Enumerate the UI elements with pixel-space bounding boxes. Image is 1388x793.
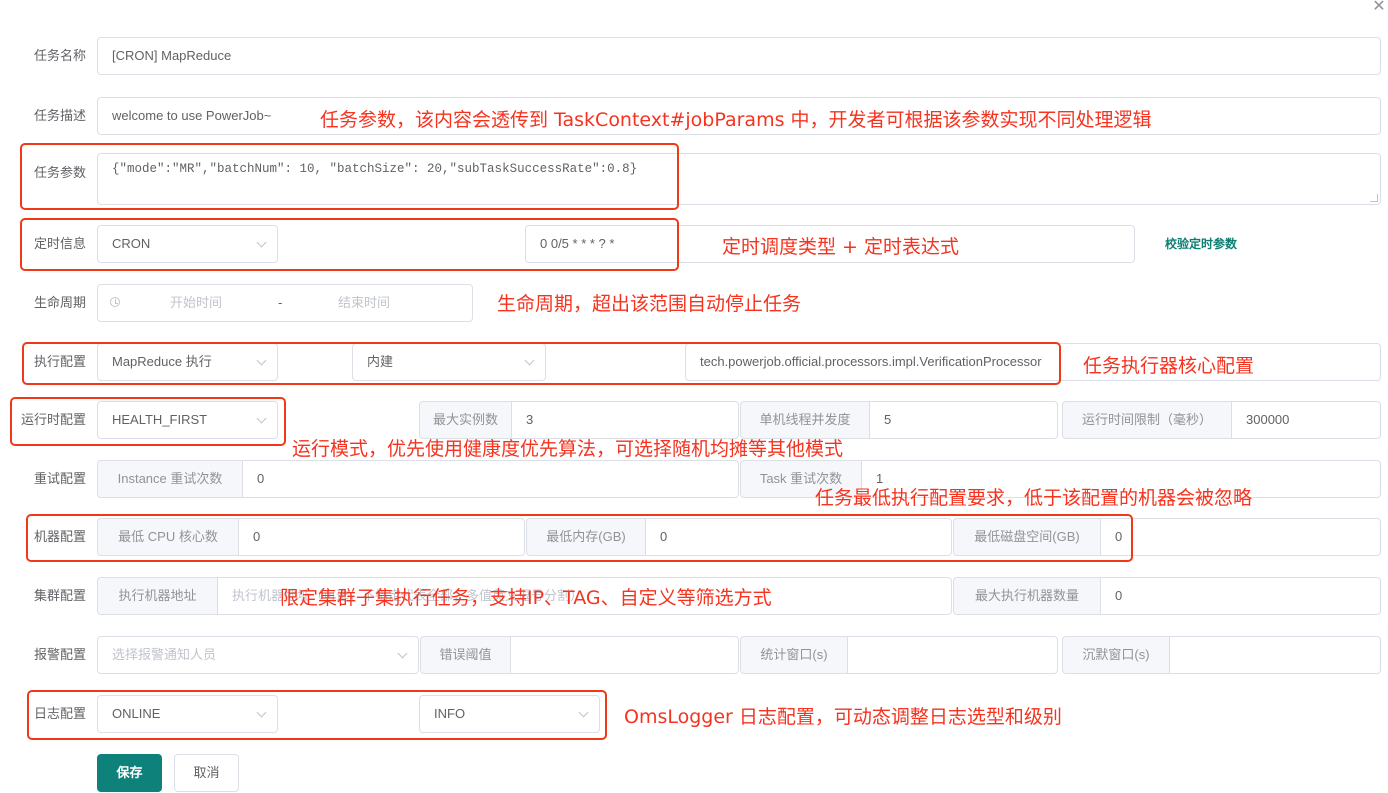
annotation-log: OmsLogger 日志配置，可动态调整日志选型和级别: [624, 706, 1062, 728]
log-label: 日志配置: [33, 706, 86, 721]
dispatch-strategy-select[interactable]: HEALTH_FIRST: [97, 401, 278, 439]
stat-window-input[interactable]: [847, 636, 1058, 674]
error-threshold-input[interactable]: [510, 636, 739, 674]
processor-info-input[interactable]: tech.powerjob.official.processors.impl.V…: [685, 343, 1381, 381]
min-disk-input[interactable]: 0: [1100, 518, 1381, 556]
annotation-execution: 任务执行器核心配置: [1083, 355, 1255, 377]
task-params-value: {"mode":"MR","batchNum": 10, "batchSize"…: [112, 162, 638, 176]
worker-address-label: 执行机器地址: [97, 577, 217, 615]
alarm-receivers-select[interactable]: 选择报警通知人员: [97, 636, 419, 674]
log-level-value: INFO: [434, 706, 466, 721]
min-disk-label: 最低磁盘空间(GB): [953, 518, 1100, 556]
save-button[interactable]: 保存: [97, 754, 162, 792]
name-label: 任务名称: [33, 48, 86, 63]
cancel-button[interactable]: 取消: [174, 754, 239, 792]
max-instances-label: 最大实例数: [419, 401, 511, 439]
min-cpu-input[interactable]: 0: [238, 518, 525, 556]
chevron-down-icon: [256, 355, 267, 366]
annotation-lifecycle: 生命周期，超出该范围自动停止任务: [497, 293, 802, 315]
chevron-down-icon: [397, 648, 408, 659]
annotation-machine: 任务最低执行配置要求，低于该配置的机器会被忽略: [815, 487, 1253, 509]
chevron-down-icon: [524, 355, 535, 366]
cluster-label: 集群配置: [33, 588, 86, 603]
silence-window-label: 沉默窗口(s): [1062, 636, 1169, 674]
retry-label: 重试配置: [33, 471, 86, 486]
log-type-value: ONLINE: [112, 706, 161, 721]
machine-label: 机器配置: [33, 529, 86, 544]
start-time-placeholder: 开始时间: [170, 295, 223, 310]
time-limit-input[interactable]: 300000: [1231, 401, 1381, 439]
close-icon[interactable]: ✕: [1372, 0, 1386, 15]
instance-retry-label: Instance 重试次数: [97, 460, 242, 498]
resize-handle-icon[interactable]: [1370, 194, 1378, 202]
stat-window-label: 统计窗口(s): [740, 636, 847, 674]
min-memory-input[interactable]: 0: [645, 518, 952, 556]
params-label: 任务参数: [33, 165, 86, 180]
runtime-label: 运行时配置: [20, 412, 86, 427]
task-params-textarea[interactable]: {"mode":"MR","batchNum": 10, "batchSize"…: [97, 153, 1381, 205]
silence-window-input[interactable]: [1169, 636, 1381, 674]
error-threshold-label: 错误阈值: [420, 636, 510, 674]
max-instances-input[interactable]: 3: [511, 401, 739, 439]
log-level-select[interactable]: INFO: [419, 695, 600, 733]
chevron-down-icon: [256, 237, 267, 248]
concurrency-label: 单机线程并发度: [740, 401, 869, 439]
annotation-runtime: 运行模式，优先使用健康度优先算法，可选择随机均摊等其他模式: [292, 438, 844, 460]
range-separator: -: [278, 295, 283, 310]
chevron-down-icon: [256, 413, 267, 424]
execution-label: 执行配置: [33, 354, 86, 369]
annotation-params: 任务参数，该内容会透传到 TaskContext#jobParams 中，开发者…: [320, 109, 1152, 131]
lifecycle-label: 生命周期: [33, 295, 86, 310]
processor-type-select[interactable]: 内建: [352, 343, 546, 381]
annotation-schedule: 定时调度类型 + 定时表达式: [722, 236, 959, 258]
chevron-down-icon: [256, 707, 267, 718]
annotation-cluster: 限定集群子集执行任务，支持IP、TAG、自定义等筛选方式: [280, 587, 772, 609]
schedule-type-select[interactable]: CRON: [97, 225, 278, 263]
max-workers-label: 最大执行机器数量: [953, 577, 1100, 615]
clock-icon: [110, 297, 120, 307]
chevron-down-icon: [578, 707, 589, 718]
log-type-select[interactable]: ONLINE: [97, 695, 278, 733]
instance-retry-input[interactable]: 0: [242, 460, 739, 498]
dispatch-strategy-value: HEALTH_FIRST: [112, 412, 208, 427]
alarm-receivers-placeholder: 选择报警通知人员: [112, 647, 217, 662]
execute-type-value: MapReduce 执行: [112, 354, 212, 369]
validate-schedule-link[interactable]: 校验定时参数: [1165, 225, 1237, 263]
processor-type-value: 内建: [367, 354, 394, 369]
alarm-label: 报警配置: [33, 647, 86, 662]
max-workers-input[interactable]: 0: [1100, 577, 1381, 615]
execute-type-select[interactable]: MapReduce 执行: [97, 343, 278, 381]
end-time-placeholder: 结束时间: [338, 295, 391, 310]
concurrency-input[interactable]: 5: [869, 401, 1058, 439]
schedule-type-value: CRON: [112, 236, 151, 251]
min-memory-label: 最低内存(GB): [526, 518, 645, 556]
lifecycle-range-picker[interactable]: 开始时间 - 结束时间: [97, 284, 473, 322]
time-limit-label: 运行时间限制（毫秒）: [1062, 401, 1231, 439]
min-cpu-label: 最低 CPU 核心数: [97, 518, 238, 556]
description-label: 任务描述: [33, 108, 86, 123]
task-name-input[interactable]: [CRON] MapReduce: [97, 37, 1381, 75]
schedule-label: 定时信息: [33, 236, 86, 251]
